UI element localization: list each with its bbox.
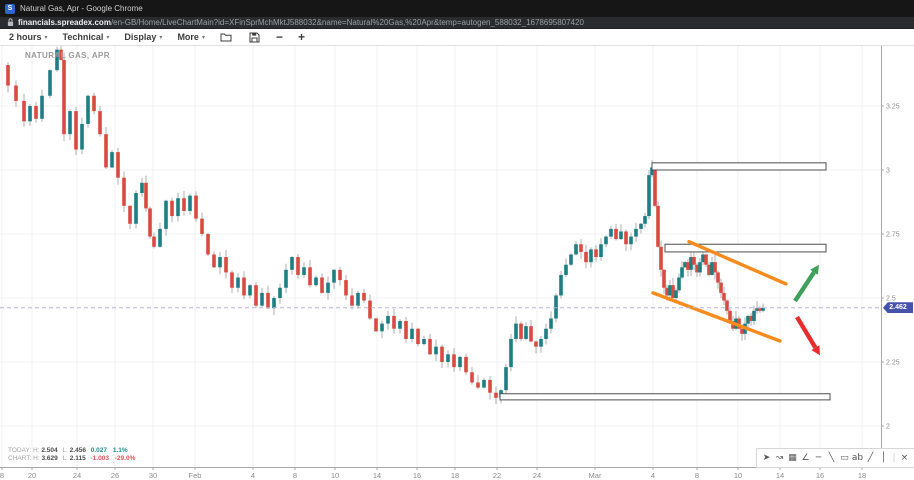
fib-retracement-tool[interactable]: ▦ xyxy=(786,450,799,466)
window-title: Natural Gas, Apr - Google Chrome xyxy=(20,4,143,13)
chart-symbol-label: NATURAL GAS, APR xyxy=(25,51,110,60)
chevron-down-icon: ▾ xyxy=(45,34,48,41)
chevron-down-icon: ▾ xyxy=(202,34,205,41)
diagonal-line-tool[interactable]: ╱ xyxy=(864,450,877,466)
site-favicon-icon: S xyxy=(5,4,15,14)
zoom-in-button[interactable]: + xyxy=(298,31,305,43)
display-menu-label: Display xyxy=(124,32,156,42)
url-domain: financials.spreadex.com xyxy=(18,18,111,27)
drawing-toolbar: ➤↝▦∠─╲▭ab╱│|× xyxy=(756,448,914,468)
chart-canvas[interactable]: 3.25 3 2.75 2.5 2.25 2 8 20 24 26 30 Feb 4 8 10 14 16 18 2… xyxy=(0,0,914,480)
stats-row: TODAY: H: 2.504 L: 2.456 0.027 1.1% xyxy=(8,447,139,455)
timeframe-menu-label: 2 hours xyxy=(9,32,42,42)
chevron-down-icon: ▾ xyxy=(106,34,109,41)
toolbar-separator: | xyxy=(890,450,898,466)
current-price-badge: 2.462 xyxy=(883,302,913,313)
svg-text:14: 14 xyxy=(373,471,381,480)
horizontal-line-tool[interactable]: ─ xyxy=(812,450,825,466)
svg-text:2.25: 2.25 xyxy=(886,360,900,367)
brush-tool[interactable]: ↝ xyxy=(773,450,786,466)
svg-text:2: 2 xyxy=(886,424,890,431)
zoom-out-button[interactable]: − xyxy=(276,31,283,43)
svg-text:18: 18 xyxy=(858,471,866,480)
svg-text:24: 24 xyxy=(533,471,541,480)
url-text: financials.spreadex.com/en-GB/Home/LiveC… xyxy=(18,18,584,27)
svg-text:2.5: 2.5 xyxy=(886,296,896,303)
chart-stats-legend: TODAY: H: 2.504 L: 2.456 0.027 1.1% CHAR… xyxy=(8,447,139,463)
svg-text:10: 10 xyxy=(734,471,742,480)
svg-text:4: 4 xyxy=(251,471,255,480)
svg-text:3: 3 xyxy=(886,168,890,175)
url-bar[interactable]: financials.spreadex.com/en-GB/Home/LiveC… xyxy=(0,17,914,29)
svg-text:30: 30 xyxy=(149,471,157,480)
remove-drawings-tool[interactable]: × xyxy=(898,450,911,466)
svg-text:8: 8 xyxy=(695,471,699,480)
more-menu-label: More xyxy=(177,32,199,42)
pointer-tool[interactable]: ➤ xyxy=(760,450,773,466)
more-menu[interactable]: More ▾ xyxy=(177,32,205,42)
vertical-line-tool[interactable]: │ xyxy=(877,450,890,466)
svg-text:2.75: 2.75 xyxy=(886,232,900,239)
svg-text:4: 4 xyxy=(651,471,655,480)
open-chart-folder-icon[interactable] xyxy=(220,31,233,44)
chevron-down-icon: ▾ xyxy=(159,34,162,41)
svg-text:3.25: 3.25 xyxy=(886,104,900,111)
browser-window: 3.25 3 2.75 2.5 2.25 2 8 20 24 26 30 Feb 4 8 10 14 16 18 2… xyxy=(0,0,914,480)
svg-text:Mar: Mar xyxy=(589,471,602,480)
padlock-icon xyxy=(7,18,14,27)
svg-text:14: 14 xyxy=(776,471,784,480)
svg-text:Feb: Feb xyxy=(189,471,202,480)
svg-text:18: 18 xyxy=(451,471,459,480)
timeframe-menu[interactable]: 2 hours ▾ xyxy=(9,32,48,42)
chart-toolbar: 2 hours ▾ Technical ▾ Display ▾ More ▾ xyxy=(0,29,914,46)
svg-text:20: 20 xyxy=(28,471,36,480)
window-titlebar: S Natural Gas, Apr - Google Chrome xyxy=(0,0,914,17)
svg-text:8: 8 xyxy=(0,471,4,480)
rectangle-tool[interactable]: ▭ xyxy=(838,450,851,466)
text-tool[interactable]: ab xyxy=(851,450,864,466)
technical-menu-label: Technical xyxy=(63,32,104,42)
svg-text:16: 16 xyxy=(816,471,824,480)
svg-text:10: 10 xyxy=(331,471,339,480)
trend-angle-tool[interactable]: ∠ xyxy=(799,450,812,466)
svg-text:16: 16 xyxy=(413,471,421,480)
technical-menu[interactable]: Technical ▾ xyxy=(63,32,110,42)
svg-text:22: 22 xyxy=(493,471,501,480)
url-path: /en-GB/Home/LiveChartMain?id=XFinSprMchM… xyxy=(111,18,584,27)
svg-text:24: 24 xyxy=(73,471,81,480)
trend-line-tool[interactable]: ╲ xyxy=(825,450,838,466)
save-chart-icon[interactable] xyxy=(248,31,261,44)
stats-row: CHART: H: 3.629 L: 2.115 -1.003 -29.0% xyxy=(8,455,139,463)
display-menu[interactable]: Display ▾ xyxy=(124,32,162,42)
svg-text:26: 26 xyxy=(111,471,119,480)
svg-text:8: 8 xyxy=(293,471,297,480)
